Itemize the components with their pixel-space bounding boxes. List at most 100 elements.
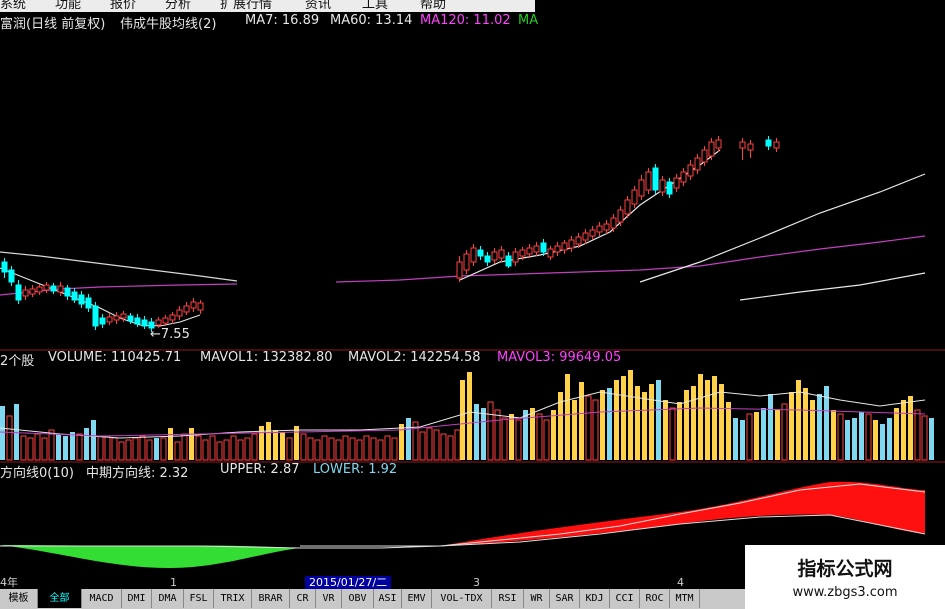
volume-bar-hollow [921,415,928,461]
tab-dma[interactable]: DMA [152,589,184,608]
watermark-title: 指标公式网 [797,558,893,580]
volume-bar-up [509,414,514,460]
candle-body [71,291,78,301]
volume-bar-up [280,432,285,460]
volume-bar-up [273,430,278,460]
volume-bar-down [761,408,766,460]
candle-body [43,284,50,291]
tab-macd[interactable]: MACD [82,589,122,608]
volume-bar-down [63,436,68,460]
menu-help[interactable]: 帮助 [420,0,446,12]
ma7-value: MA7: 16.89 [245,13,320,28]
menu-system[interactable]: 系统 [0,0,26,12]
candle-body [765,139,772,147]
tab-vol-tdx[interactable]: VOL-TDX [432,589,492,608]
menu-function[interactable]: 功能 [55,0,81,12]
volume-bar-hollow [592,399,599,461]
volume-bar-down [91,420,96,460]
tab-template[interactable]: 模板 [0,589,38,608]
volume-bar-down [607,388,612,460]
candle-body [747,143,754,151]
tab-kdj[interactable]: KDJ [580,589,610,608]
candle-body [162,317,169,324]
tab-emv[interactable]: EMV [402,589,432,608]
tab-sar[interactable]: SAR [550,589,580,608]
volume-bar-up [579,382,584,460]
mavol2-value: MAVOL2: 142254.58 [348,350,481,365]
tab-brar[interactable]: BRAR [252,589,290,608]
tab-trix[interactable]: TRIX [214,589,252,608]
chart-canvas[interactable] [0,0,945,609]
price-low-label: ←7.55 [150,327,190,342]
candle-body [1,261,8,273]
candle-body [8,269,15,283]
mavol1-value: MAVOL1: 132382.80 [200,350,333,365]
tab-obv[interactable]: OBV [342,589,374,608]
volume-bar-down [929,418,934,460]
volume-bar-up [460,380,465,460]
tab-rsi[interactable]: RSI [492,589,524,608]
tab-wr[interactable]: WR [524,589,550,608]
ma-purple-mid [335,235,926,283]
volume-bar-hollow [781,403,788,461]
volume-bar-up [908,396,913,460]
volume-bar-hollow [216,441,223,461]
menu-analysis[interactable]: 分析 [165,0,191,12]
tab-all[interactable]: 全部 [38,589,82,608]
volume-bar-up [467,372,472,460]
candle-body [15,284,22,301]
watermark: 指标公式网 www.zbgs3.com [745,545,945,609]
direction-fill-green [0,545,300,568]
volume-bar-up [628,370,633,460]
volume-bar-down [859,412,864,460]
volume-bar-hollow [132,437,139,461]
volume-bar-up [754,412,759,460]
volume-bar-hollow [6,415,13,461]
candle-body [64,287,71,297]
tab-roc[interactable]: ROC [640,589,670,608]
ma-white-lower [739,272,926,301]
candle-body [183,305,190,313]
candle-body [701,149,708,163]
candle-body [505,255,512,267]
tab-fsl[interactable]: FSL [184,589,214,608]
volume-bar-down [14,404,19,460]
menu-news[interactable]: 资讯 [305,0,331,12]
volume-bar-up [789,392,794,460]
tab-dmi[interactable]: DMI [122,589,152,608]
candle-body [652,167,659,191]
candle-body [645,171,652,191]
volume-bar-hollow [125,439,132,461]
volume-bar-up [642,392,647,460]
candle-body [554,245,561,253]
volume-bar-hollow [419,431,426,461]
tab-mtm[interactable]: MTM [670,589,700,608]
tab-asi[interactable]: ASI [374,589,402,608]
volume-bar-up [614,380,619,460]
volume-bar-up [712,376,717,460]
candle-body [631,189,638,205]
candle-body [680,171,687,183]
volume-bar-hollow [195,435,202,461]
volume-bar-hollow [237,439,244,461]
candle-body [57,285,64,293]
candle-body [673,177,680,189]
volume-bar-hollow [433,429,440,461]
volume-bar-hollow [230,435,237,461]
volume-bar-up [684,390,689,460]
menu-tools[interactable]: 工具 [362,0,388,12]
ma-purple-left [0,283,238,296]
candle-body [106,316,113,323]
indicator-tab-bar: 模板 全部 MACD DMI DMA FSL TRIX BRAR CR VR OBV ASI EMV VO… [0,589,745,609]
candle-body [113,315,120,321]
date-tick-4: 4 [677,576,684,589]
candle-body [463,253,470,271]
menu-quote[interactable]: 报价 [110,0,136,12]
tab-cr[interactable]: CR [290,589,316,608]
menu-extended-quote[interactable]: 扩展行情 [220,0,272,12]
volume-bar-hollow [202,439,209,461]
tab-cci[interactable]: CCI [610,589,640,608]
tab-vr[interactable]: VR [316,589,342,608]
candle-body [176,309,183,317]
volume-bar-up [691,386,696,460]
